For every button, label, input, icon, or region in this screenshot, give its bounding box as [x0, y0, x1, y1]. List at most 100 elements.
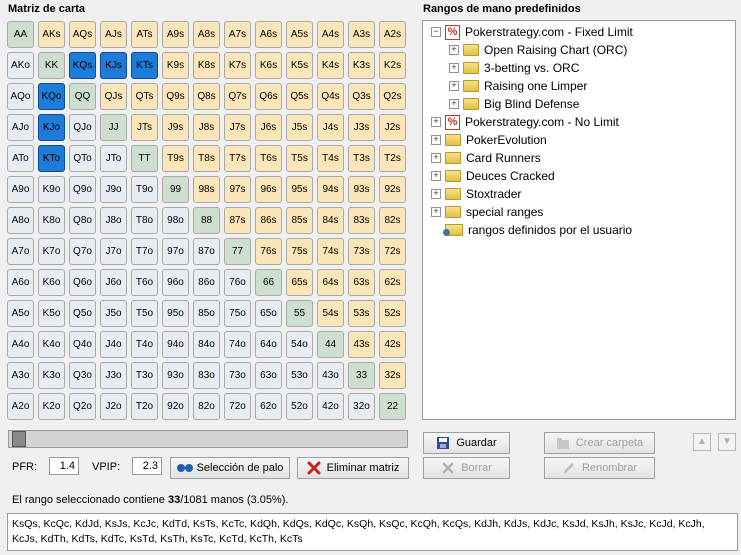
matrix-cell-t2o[interactable]: T2o: [131, 393, 158, 420]
tree-item-big-blind-defense[interactable]: + Big Blind Defense: [449, 95, 579, 113]
matrix-cell-qts[interactable]: QTs: [131, 83, 158, 110]
matrix-cell-j2o[interactable]: J2o: [100, 393, 127, 420]
suit-selection-button[interactable]: Selección de palo: [170, 457, 290, 479]
matrix-cell-t9s[interactable]: T9s: [162, 145, 189, 172]
matrix-cell-77[interactable]: 77: [224, 238, 251, 265]
matrix-cell-aqs[interactable]: AQs: [69, 21, 96, 48]
matrix-cell-t3s[interactable]: T3s: [348, 145, 375, 172]
matrix-cell-ato[interactable]: ATo: [7, 145, 34, 172]
matrix-cell-95o[interactable]: 95o: [162, 300, 189, 327]
matrix-cell-j4o[interactable]: J4o: [100, 331, 127, 358]
matrix-cell-63o[interactable]: 63o: [255, 362, 282, 389]
matrix-cell-aqo[interactable]: AQo: [7, 83, 34, 110]
matrix-cell-q4s[interactable]: Q4s: [317, 83, 344, 110]
collapse-icon[interactable]: −: [431, 27, 441, 37]
matrix-cell-t4s[interactable]: T4s: [317, 145, 344, 172]
matrix-cell-jto[interactable]: JTo: [100, 145, 127, 172]
tree-item-raising-one-limper[interactable]: + Raising one Limper: [449, 77, 587, 95]
matrix-cell-k6s[interactable]: K6s: [255, 52, 282, 79]
matrix-cell-93s[interactable]: 93s: [348, 176, 375, 203]
matrix-cell-93o[interactable]: 93o: [162, 362, 189, 389]
matrix-cell-44[interactable]: 44: [317, 331, 344, 358]
matrix-cell-62s[interactable]: 62s: [379, 269, 406, 296]
matrix-cell-qq[interactable]: QQ: [69, 83, 96, 110]
matrix-cell-a7o[interactable]: A7o: [7, 238, 34, 265]
range-slider-thumb[interactable]: [12, 431, 26, 447]
matrix-cell-q8o[interactable]: Q8o: [69, 207, 96, 234]
matrix-cell-q2o[interactable]: Q2o: [69, 393, 96, 420]
matrix-cell-ats[interactable]: ATs: [131, 21, 158, 48]
matrix-cell-64o[interactable]: 64o: [255, 331, 282, 358]
matrix-cell-94s[interactable]: 94s: [317, 176, 344, 203]
matrix-cell-k7o[interactable]: K7o: [38, 238, 65, 265]
matrix-cell-kk[interactable]: KK: [38, 52, 65, 79]
expand-icon[interactable]: +: [431, 207, 441, 217]
expand-icon[interactable]: +: [449, 63, 459, 73]
expand-icon[interactable]: +: [431, 153, 441, 163]
matrix-cell-a4s[interactable]: A4s: [317, 21, 344, 48]
matrix-cell-54s[interactable]: 54s: [317, 300, 344, 327]
matrix-cell-87s[interactable]: 87s: [224, 207, 251, 234]
matrix-cell-82s[interactable]: 82s: [379, 207, 406, 234]
matrix-cell-a9o[interactable]: A9o: [7, 176, 34, 203]
matrix-cell-95s[interactable]: 95s: [286, 176, 313, 203]
matrix-cell-96s[interactable]: 96s: [255, 176, 282, 203]
matrix-cell-k5s[interactable]: K5s: [286, 52, 313, 79]
matrix-cell-kts[interactable]: KTs: [131, 52, 158, 79]
matrix-cell-22[interactable]: 22: [379, 393, 406, 420]
combos-text[interactable]: KsQs, KcQc, KdJd, KsJs, KcJc, KdTd, KsTs…: [7, 513, 738, 551]
move-up-button[interactable]: ▲: [693, 433, 711, 451]
tree-item-rangos-definidos-por-el-usuario[interactable]: rangos definidos por el usuario: [431, 221, 632, 239]
matrix-cell-kjs[interactable]: KJs: [100, 52, 127, 79]
matrix-cell-a5o[interactable]: A5o: [7, 300, 34, 327]
matrix-cell-a6s[interactable]: A6s: [255, 21, 282, 48]
expand-icon[interactable]: +: [431, 117, 441, 127]
pfr-input[interactable]: [49, 457, 79, 475]
matrix-cell-q8s[interactable]: Q8s: [193, 83, 220, 110]
matrix-cell-87o[interactable]: 87o: [193, 238, 220, 265]
matrix-cell-a7s[interactable]: A7s: [224, 21, 251, 48]
matrix-cell-83o[interactable]: 83o: [193, 362, 220, 389]
expand-icon[interactable]: +: [449, 45, 459, 55]
matrix-cell-53o[interactable]: 53o: [286, 362, 313, 389]
matrix-cell-t7o[interactable]: T7o: [131, 238, 158, 265]
matrix-cell-k8o[interactable]: K8o: [38, 207, 65, 234]
matrix-cell-86o[interactable]: 86o: [193, 269, 220, 296]
tree-item-stoxtrader[interactable]: + Stoxtrader: [431, 185, 521, 203]
matrix-cell-t9o[interactable]: T9o: [131, 176, 158, 203]
matrix-cell-a2o[interactable]: A2o: [7, 393, 34, 420]
matrix-cell-72o[interactable]: 72o: [224, 393, 251, 420]
tree-item-open-raising-chart-orc[interactable]: + Open Raising Chart (ORC): [449, 41, 627, 59]
matrix-cell-jj[interactable]: JJ: [100, 114, 127, 141]
matrix-cell-t4o[interactable]: T4o: [131, 331, 158, 358]
matrix-cell-j5o[interactable]: J5o: [100, 300, 127, 327]
matrix-cell-q7o[interactable]: Q7o: [69, 238, 96, 265]
matrix-cell-74o[interactable]: 74o: [224, 331, 251, 358]
matrix-cell-85o[interactable]: 85o: [193, 300, 220, 327]
matrix-cell-a8s[interactable]: A8s: [193, 21, 220, 48]
matrix-cell-84o[interactable]: 84o: [193, 331, 220, 358]
matrix-cell-a3s[interactable]: A3s: [348, 21, 375, 48]
matrix-cell-t3o[interactable]: T3o: [131, 362, 158, 389]
clear-matrix-button[interactable]: Eliminar matriz: [297, 457, 409, 479]
matrix-cell-t5o[interactable]: T5o: [131, 300, 158, 327]
matrix-cell-96o[interactable]: 96o: [162, 269, 189, 296]
expand-icon[interactable]: +: [449, 81, 459, 91]
tree-item-3-betting-vs-orc[interactable]: +3-betting vs. ORC: [449, 59, 579, 77]
tree-item-special-ranges[interactable]: + special ranges: [431, 203, 543, 221]
tree-item-deuces-cracked[interactable]: + Deuces Cracked: [431, 167, 555, 185]
matrix-cell-j3s[interactable]: J3s: [348, 114, 375, 141]
matrix-cell-kto[interactable]: KTo: [38, 145, 65, 172]
matrix-cell-q9o[interactable]: Q9o: [69, 176, 96, 203]
matrix-cell-97o[interactable]: 97o: [162, 238, 189, 265]
matrix-cell-q2s[interactable]: Q2s: [379, 83, 406, 110]
matrix-cell-t5s[interactable]: T5s: [286, 145, 313, 172]
matrix-cell-a3o[interactable]: A3o: [7, 362, 34, 389]
matrix-cell-k9o[interactable]: K9o: [38, 176, 65, 203]
matrix-cell-t7s[interactable]: T7s: [224, 145, 251, 172]
matrix-cell-t6s[interactable]: T6s: [255, 145, 282, 172]
matrix-cell-85s[interactable]: 85s: [286, 207, 313, 234]
matrix-cell-86s[interactable]: 86s: [255, 207, 282, 234]
matrix-cell-64s[interactable]: 64s: [317, 269, 344, 296]
matrix-cell-a6o[interactable]: A6o: [7, 269, 34, 296]
